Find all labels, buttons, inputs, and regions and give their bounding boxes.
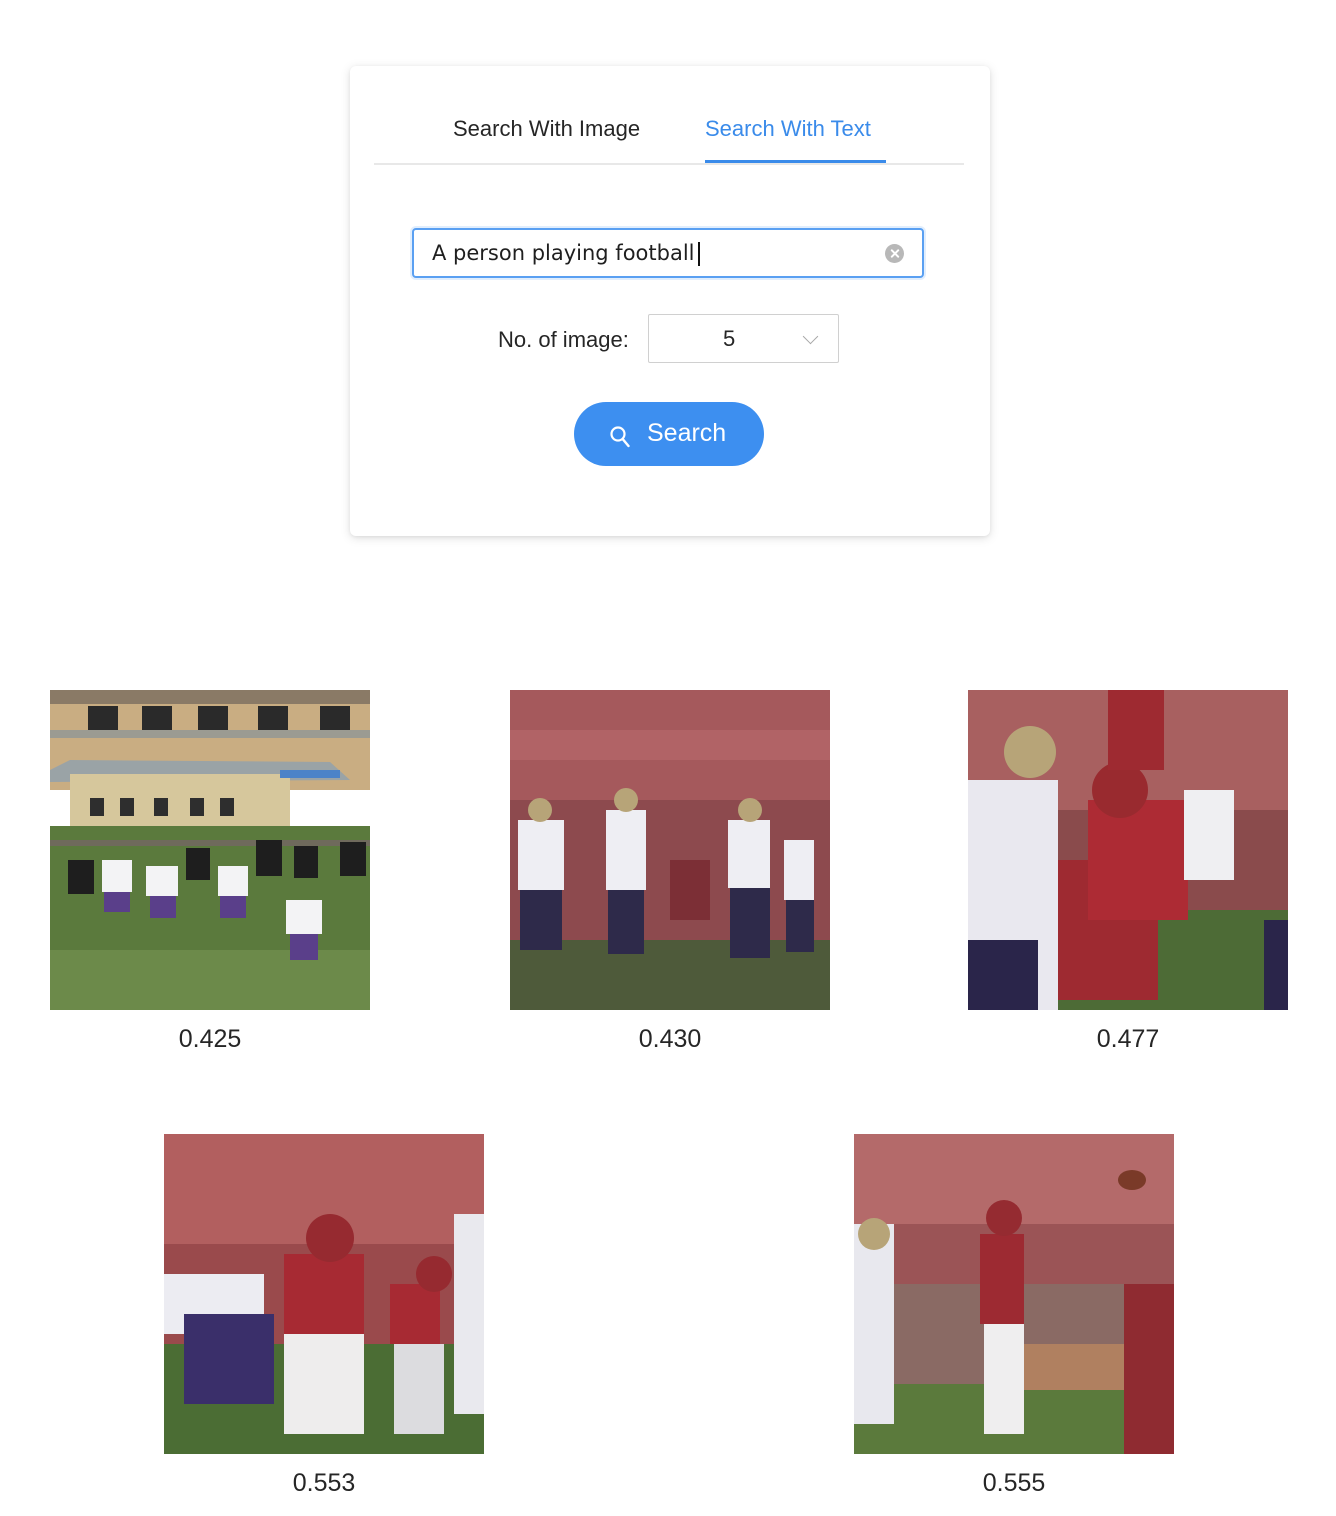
search-field[interactable] bbox=[412, 228, 924, 278]
tab-search-with-image[interactable]: Search With Image bbox=[453, 114, 640, 144]
result-score: 0.425 bbox=[178, 1025, 242, 1053]
result-item: 0.425 bbox=[50, 690, 370, 1055]
result-score: 0.555 bbox=[982, 1469, 1046, 1497]
search-input[interactable] bbox=[432, 230, 872, 276]
result-score: 0.553 bbox=[292, 1469, 356, 1497]
tab-bar: Search With Image Search With Text bbox=[374, 66, 964, 165]
result-image[interactable] bbox=[968, 690, 1288, 1010]
result-item: 0.477 bbox=[968, 690, 1288, 1055]
result-image[interactable] bbox=[164, 1134, 484, 1454]
image-count-select[interactable]: 5 bbox=[648, 314, 839, 363]
clear-icon[interactable] bbox=[885, 244, 904, 263]
result-item: 0.555 bbox=[854, 1134, 1174, 1499]
search-panel: Search With Image Search With Text No. o… bbox=[350, 66, 990, 536]
text-cursor bbox=[698, 242, 700, 266]
result-score: 0.477 bbox=[1096, 1025, 1160, 1053]
image-count-label: No. of image: bbox=[498, 327, 629, 352]
result-image[interactable] bbox=[510, 690, 830, 1010]
result-score: 0.430 bbox=[638, 1025, 702, 1053]
active-tab-indicator bbox=[705, 160, 886, 163]
search-icon bbox=[610, 426, 630, 448]
result-image[interactable] bbox=[854, 1134, 1174, 1454]
search-button[interactable]: Search bbox=[574, 402, 764, 466]
tab-search-with-text[interactable]: Search With Text bbox=[705, 114, 871, 144]
search-button-label: Search bbox=[647, 419, 727, 447]
result-image[interactable] bbox=[50, 690, 370, 1010]
chevron-down-icon bbox=[802, 328, 819, 345]
image-count-value: 5 bbox=[723, 326, 736, 351]
result-item: 0.553 bbox=[164, 1134, 484, 1499]
result-item: 0.430 bbox=[510, 690, 830, 1055]
